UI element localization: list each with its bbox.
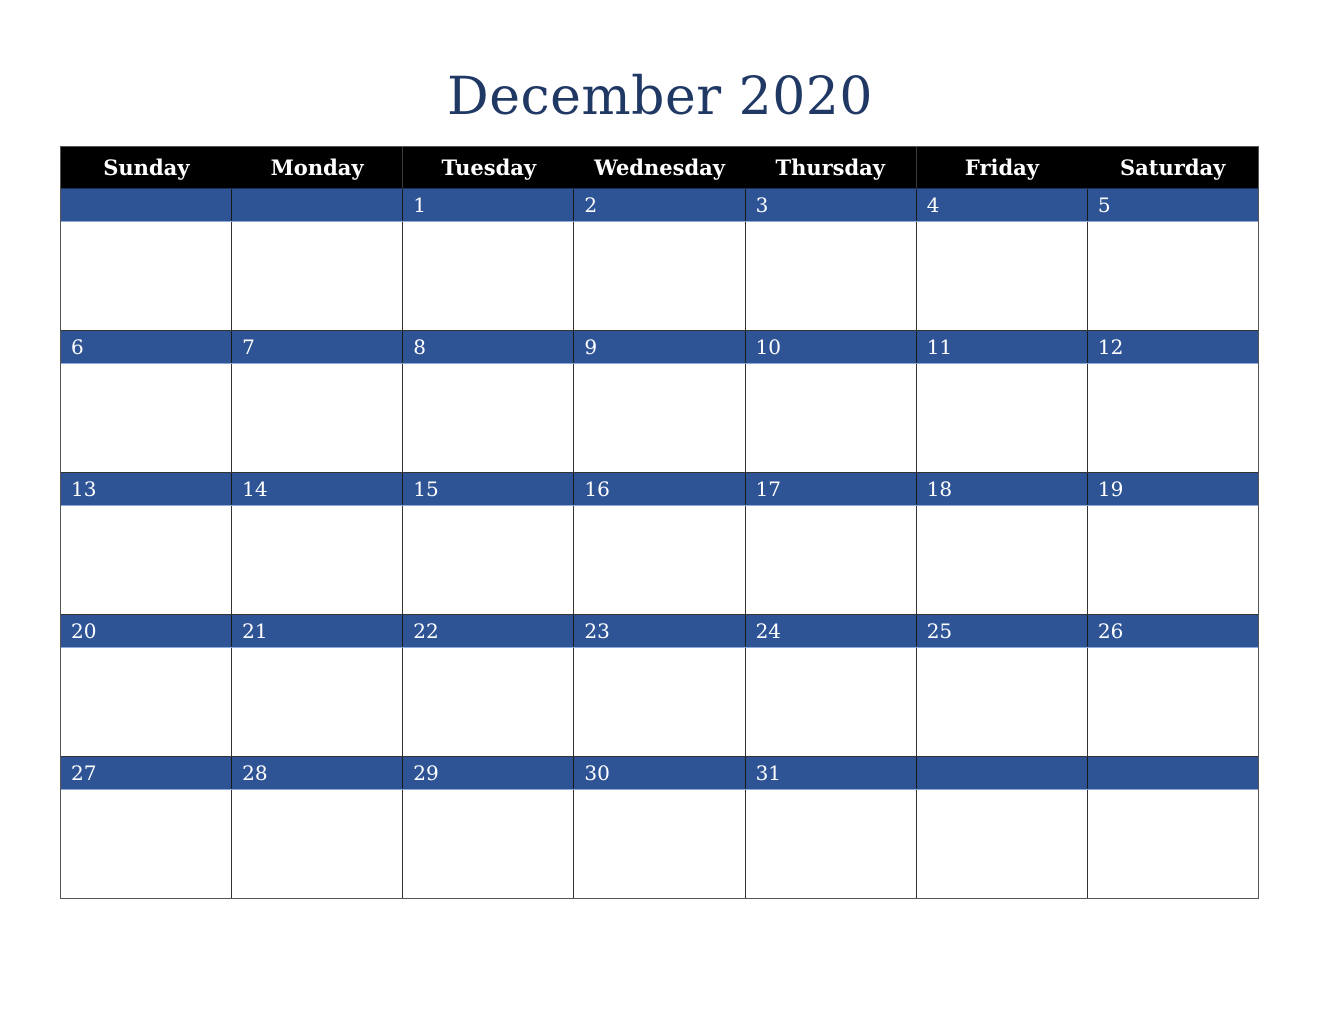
day-number: 13 — [71, 477, 97, 501]
day-number: 3 — [744, 189, 916, 221]
day-number: 18 — [915, 473, 1087, 505]
day-cell[interactable] — [61, 648, 232, 756]
day-cell[interactable] — [915, 790, 1087, 898]
day-number: 24 — [744, 615, 916, 647]
day-number: 5 — [1086, 189, 1258, 221]
day-number: 23 — [573, 615, 744, 647]
weeks-container: 1 2 3 4 5 6 7 8 9 10 11 12 13 14 15 16 17 18 19 20 21 22 23 24 2… — [61, 188, 1258, 898]
day-number: 6 — [71, 335, 84, 359]
day-cell[interactable] — [1086, 506, 1258, 614]
date-band: 12345 — [61, 188, 1258, 222]
day-number — [1086, 757, 1258, 789]
weekday-friday: Friday — [915, 147, 1088, 188]
day-cell[interactable] — [402, 506, 574, 614]
day-cell[interactable] — [1086, 364, 1258, 472]
notes-row — [61, 506, 1258, 614]
day-cell[interactable] — [61, 364, 232, 472]
day-cell[interactable] — [1086, 790, 1258, 898]
day-cell[interactable] — [61, 790, 232, 898]
day-cell[interactable] — [915, 222, 1087, 330]
day-cell[interactable] — [231, 364, 403, 472]
notes-row — [61, 222, 1258, 330]
week-row: 12345 — [61, 188, 1258, 330]
day-number: 8 — [402, 331, 573, 363]
day-cell[interactable] — [744, 506, 916, 614]
day-number: 2 — [573, 189, 744, 221]
day-number: 15 — [402, 473, 573, 505]
day-number: 28 — [231, 757, 402, 789]
day-number: 30 — [573, 757, 744, 789]
day-cell[interactable] — [573, 364, 745, 472]
date-band: 6 7 8 9 10 11 12 — [61, 330, 1258, 364]
day-number: 21 — [231, 615, 402, 647]
day-cell[interactable] — [744, 648, 916, 756]
day-number: 29 — [402, 757, 573, 789]
day-cell[interactable] — [1086, 648, 1258, 756]
day-number: 11 — [915, 331, 1087, 363]
calendar-grid: Sunday Monday Tuesday Wednesday Thursday… — [60, 146, 1259, 899]
weekday-wednesday: Wednesday — [594, 155, 725, 180]
day-cell[interactable] — [402, 648, 574, 756]
day-cell[interactable] — [231, 790, 403, 898]
day-cell[interactable] — [402, 364, 574, 472]
day-cell[interactable] — [1086, 222, 1258, 330]
day-number: 22 — [402, 615, 573, 647]
day-cell[interactable] — [744, 222, 916, 330]
week-row: 6 7 8 9 10 11 12 — [61, 330, 1258, 472]
calendar-title: December 2020 — [447, 67, 873, 127]
day-cell[interactable] — [915, 648, 1087, 756]
day-cell[interactable] — [573, 648, 745, 756]
day-cell[interactable] — [231, 506, 403, 614]
day-number: 20 — [71, 619, 97, 643]
notes-row — [61, 364, 1258, 472]
notes-row — [61, 648, 1258, 756]
day-cell[interactable] — [231, 222, 403, 330]
day-cell[interactable] — [61, 506, 232, 614]
day-number: 1 — [402, 189, 573, 221]
day-cell[interactable] — [744, 790, 916, 898]
weekday-saturday: Saturday — [1120, 155, 1226, 180]
day-number: 27 — [71, 761, 97, 785]
notes-row — [61, 790, 1258, 898]
day-number: 14 — [231, 473, 402, 505]
day-number: 7 — [231, 331, 402, 363]
day-number: 25 — [915, 615, 1087, 647]
day-number — [61, 189, 231, 221]
day-cell[interactable] — [402, 790, 574, 898]
weekday-header: Sunday Monday Tuesday Wednesday Thursday… — [61, 147, 1258, 188]
week-row: 20 21 22 23 24 25 26 — [61, 614, 1258, 756]
date-band: 27 28 29 30 31 — [61, 756, 1258, 790]
day-cell[interactable] — [231, 648, 403, 756]
date-band: 20 21 22 23 24 25 26 — [61, 614, 1258, 648]
day-cell[interactable] — [744, 364, 916, 472]
weekday-tuesday: Tuesday — [402, 147, 574, 188]
day-cell[interactable] — [61, 222, 232, 330]
weekday-monday: Monday — [270, 155, 364, 180]
day-cell[interactable] — [573, 506, 745, 614]
day-number: 17 — [744, 473, 916, 505]
weekday-thursday: Thursday — [775, 155, 885, 180]
day-cell[interactable] — [915, 506, 1087, 614]
weekday-sunday: Sunday — [103, 155, 190, 180]
day-number — [231, 189, 402, 221]
day-number: 10 — [744, 331, 916, 363]
day-cell[interactable] — [915, 364, 1087, 472]
day-number: 19 — [1086, 473, 1258, 505]
week-row: 27 28 29 30 31 — [61, 756, 1258, 898]
day-number: 9 — [573, 331, 744, 363]
week-row: 13 14 15 16 17 18 19 — [61, 472, 1258, 614]
day-cell[interactable] — [573, 222, 745, 330]
day-number: 26 — [1086, 615, 1258, 647]
day-cell[interactable] — [573, 790, 745, 898]
day-number — [915, 757, 1087, 789]
day-number: 12 — [1086, 331, 1258, 363]
day-number: 4 — [915, 189, 1087, 221]
day-number: 31 — [744, 757, 916, 789]
date-band: 13 14 15 16 17 18 19 — [61, 472, 1258, 506]
day-number: 16 — [573, 473, 744, 505]
day-cell[interactable] — [402, 222, 574, 330]
